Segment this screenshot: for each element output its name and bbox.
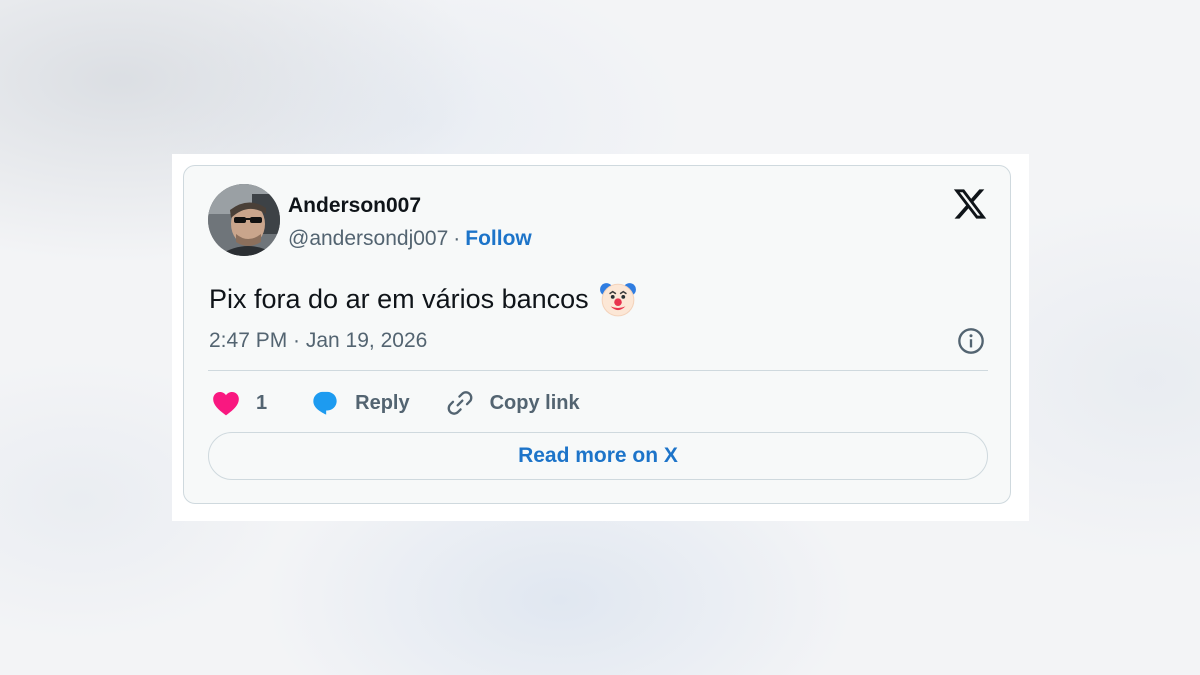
separator-dot: · [453, 227, 461, 250]
heart-icon [213, 392, 239, 416]
reply-label: Reply [355, 391, 410, 414]
like-button[interactable]: 1 [212, 390, 267, 416]
like-count: 1 [256, 391, 268, 414]
speech-bubble-icon [313, 391, 337, 415]
read-more-button[interactable]: Read more on X [208, 432, 988, 480]
clown-face-emoji-icon [599, 283, 636, 317]
tweet-text: Pix fora do ar em vários bancos [209, 283, 589, 314]
avatar[interactable] [208, 184, 280, 256]
copy-link-button[interactable]: Copy link [446, 389, 580, 417]
author-name[interactable]: Anderson007 [288, 194, 421, 218]
copy-link-label: Copy link [489, 391, 580, 414]
reply-button[interactable]: Reply [311, 390, 410, 416]
embed-frame: Anderson007 @andersondj007 · Follow Pix fo… [172, 154, 1029, 521]
actions-bar: 1 Reply Copy link [212, 386, 580, 420]
tweet-timestamp[interactable]: 2:47 PM · Jan 19, 2026 [209, 329, 427, 353]
divider [208, 370, 988, 371]
author-handle[interactable]: @andersondj007 [288, 227, 448, 250]
avatar-photo [208, 184, 280, 256]
info-icon[interactable] [957, 327, 985, 355]
follow-button[interactable]: Follow [465, 227, 532, 250]
link-icon [447, 391, 473, 415]
tweet-card: Anderson007 @andersondj007 · Follow Pix fo… [183, 165, 1011, 504]
tweet-text-row: Pix fora do ar em vários bancos [209, 280, 637, 318]
x-logo-icon[interactable] [952, 186, 988, 222]
author-handle-row: @andersondj007 · Follow [288, 227, 532, 251]
